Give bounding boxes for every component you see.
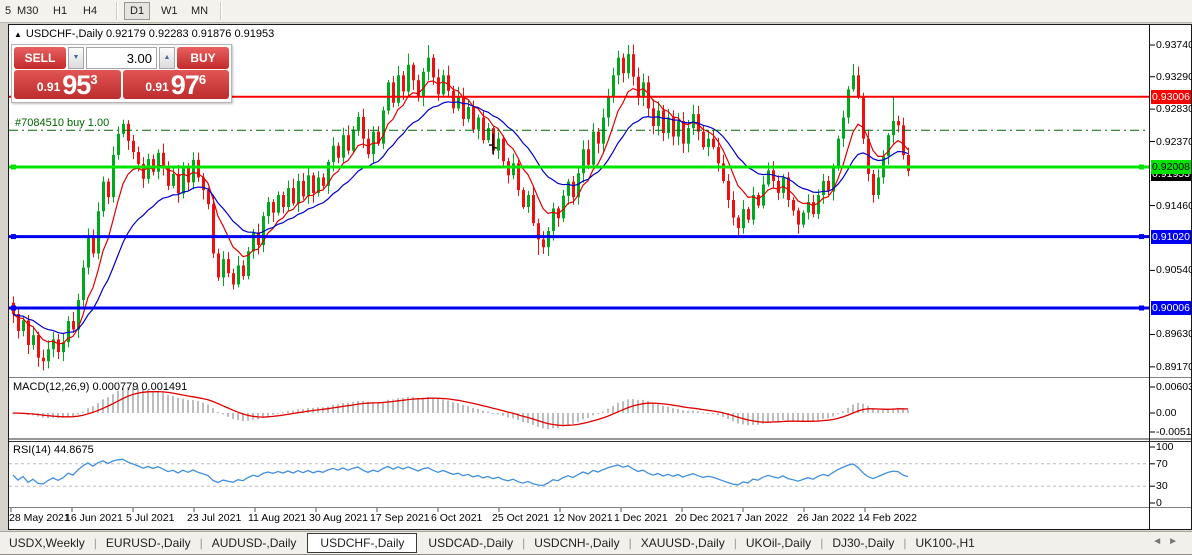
support-line-2-handle[interactable] <box>1139 305 1144 311</box>
timeframe-button-h4[interactable]: H4 <box>80 3 100 19</box>
sell-price-big: 95 <box>62 70 91 100</box>
macd-axis-label: 0.00 <box>1156 407 1177 419</box>
rsi-line <box>12 458 909 487</box>
timeframe-button-m30[interactable]: M30 <box>14 3 41 19</box>
date-axis-label: 28 May 2021 <box>9 512 70 524</box>
date-axis-label: 16 Jun 2021 <box>65 512 123 524</box>
date-axis-label: 30 Aug 2021 <box>309 512 368 524</box>
price-badge-0.93006: 0.93006 <box>1151 89 1191 104</box>
chart-tab-usdchf[interactable]: USDCHF-,Daily <box>307 533 418 553</box>
selected-bar-marker <box>489 133 497 155</box>
support-line-2-handle[interactable] <box>11 305 16 311</box>
rsi-axis-label: 30 <box>1156 480 1168 493</box>
volume-decrease-button[interactable]: ▼ <box>68 47 84 69</box>
rsi-axis-label: 0 <box>1156 497 1162 509</box>
timeframe-button-d1[interactable]: D1 <box>124 2 151 20</box>
ma-slow-line <box>12 101 909 335</box>
buy-price-tile[interactable]: 0.91 97 6 <box>122 70 229 100</box>
timeframe-button-w1[interactable]: W1 <box>158 3 181 19</box>
rsi-axis-label: 100 <box>1156 441 1174 453</box>
chart-tab-bar: USDX,Weekly | EURUSD-,Daily | AUDUSD-,Daily U… <box>0 531 1192 555</box>
timeframe-button-5[interactable]: 5 <box>2 3 14 19</box>
tabs-scroll-right-icon[interactable]: ► <box>1168 536 1184 547</box>
toolbar-separator <box>116 2 118 20</box>
trade-panel: SELL ▼ ▲ BUY 0.91 95 3 0.91 97 6 <box>11 44 232 103</box>
sell-price-tile[interactable]: 0.91 95 3 <box>14 70 121 99</box>
sell-button[interactable]: SELL <box>14 47 66 69</box>
chart-tab-eurusd[interactable]: EURUSD-,Daily <box>97 534 200 552</box>
volume-input[interactable] <box>86 47 157 69</box>
price-axis-label: 0.92830 <box>1156 103 1192 116</box>
chart-window: ▲ USDCHF-,Daily 0.92179 0.92283 0.91876 0… <box>8 24 1192 530</box>
date-axis-label: 12 Nov 2021 <box>553 512 613 524</box>
chart-tab-usdcnh[interactable]: USDCNH-,Daily <box>525 534 628 552</box>
chart-title-symbol: USDCHF-,Daily <box>25 28 103 40</box>
price-axis-label: 0.89170 <box>1156 360 1192 373</box>
collapse-icon[interactable]: ▲ <box>14 30 22 39</box>
date-axis-label: 20 Dec 2021 <box>675 512 735 524</box>
timeframe-button-mn[interactable]: MN <box>188 3 211 19</box>
chart-tab-dj30[interactable]: DJ30-,Daily <box>823 534 903 552</box>
price-badge-0.92008: 0.92008 <box>1151 160 1191 174</box>
date-axis-label: 1 Dec 2021 <box>614 512 668 524</box>
sell-price-pip: 3 <box>90 72 98 87</box>
price-axis-label: 0.93290 <box>1156 70 1192 83</box>
timeframe-toolbar: 5 M30 H1 H4 D1 W1 MN <box>0 0 1192 23</box>
price-axis-label: 0.90540 <box>1156 264 1192 277</box>
rsi-indicator-label: RSI(14) 44.8675 <box>13 444 94 456</box>
date-axis-label: 7 Jan 2022 <box>736 512 788 524</box>
date-axis-label: 5 Jul 2021 <box>126 512 175 524</box>
tabs-scroll-left-icon[interactable]: ◄ <box>1152 536 1168 547</box>
chart-tab-ukoil[interactable]: UKOil-,Daily <box>737 534 820 552</box>
date-axis-label: 25 Oct 2021 <box>492 512 550 524</box>
date-axis-label: 17 Sep 2021 <box>370 512 430 524</box>
open-position-label: #7084510 buy 1.00 <box>15 117 110 129</box>
date-axis-label: 14 Feb 2022 <box>858 512 917 524</box>
date-axis-label: 11 Aug 2021 <box>248 512 307 524</box>
chart-tab-uk100[interactable]: UK100-,H1 <box>906 534 983 552</box>
buy-price-pip: 6 <box>198 72 207 87</box>
chart-title-ohlc: 0.92179 0.92283 0.91876 0.91953 <box>105 28 275 40</box>
chart-title: ▲ USDCHF-,Daily 0.92179 0.92283 0.91876 0… <box>14 28 274 40</box>
ma-fast-line <box>12 80 909 345</box>
timeframe-button-h1[interactable]: H1 <box>50 3 70 19</box>
entry-target-line-handle[interactable] <box>11 164 16 170</box>
macd-axis-label: 0.006034 <box>1156 381 1192 393</box>
price-axis-label: 0.91460 <box>1156 199 1192 212</box>
chart-tab-usdx[interactable]: USDX,Weekly <box>0 534 94 552</box>
price-axis-label: 0.89630 <box>1156 328 1192 341</box>
date-axis-label: 26 Jan 2022 <box>797 512 855 524</box>
sell-price-base: 0.91 <box>36 80 61 94</box>
macd-axis-label: -0.005156 <box>1156 426 1192 438</box>
macd-indicator-label: MACD(12,26,9) 0.000779 0.001491 <box>13 381 188 393</box>
volume-increase-button[interactable]: ▲ <box>159 47 175 69</box>
price-badge-0.90006: 0.90006 <box>1151 300 1191 315</box>
chart-tab-usdcad[interactable]: USDCAD-,Daily <box>419 534 522 552</box>
buy-price-big: 97 <box>170 70 200 100</box>
entry-target-line-handle[interactable] <box>1139 164 1144 170</box>
price-badge-0.91020: 0.91020 <box>1151 229 1191 244</box>
price-axis-label: 0.92370 <box>1156 135 1192 148</box>
buy-button[interactable]: BUY <box>177 47 229 69</box>
toolbar-separator <box>220 2 222 20</box>
chart-tab-audusd[interactable]: AUDUSD-,Daily <box>203 534 306 552</box>
chart-tab-xauusd[interactable]: XAUUSD-,Daily <box>632 534 734 552</box>
macd-histogram <box>12 387 909 430</box>
support-line-1-handle[interactable] <box>11 234 16 240</box>
support-line-1-handle[interactable] <box>1139 234 1144 240</box>
date-axis-label: 6 Oct 2021 <box>431 512 483 524</box>
rsi-axis-label: 70 <box>1156 457 1168 470</box>
buy-price-base: 0.91 <box>145 80 169 94</box>
date-axis-label: 23 Jul 2021 <box>187 512 242 524</box>
price-axis-label: 0.93740 <box>1156 39 1192 52</box>
